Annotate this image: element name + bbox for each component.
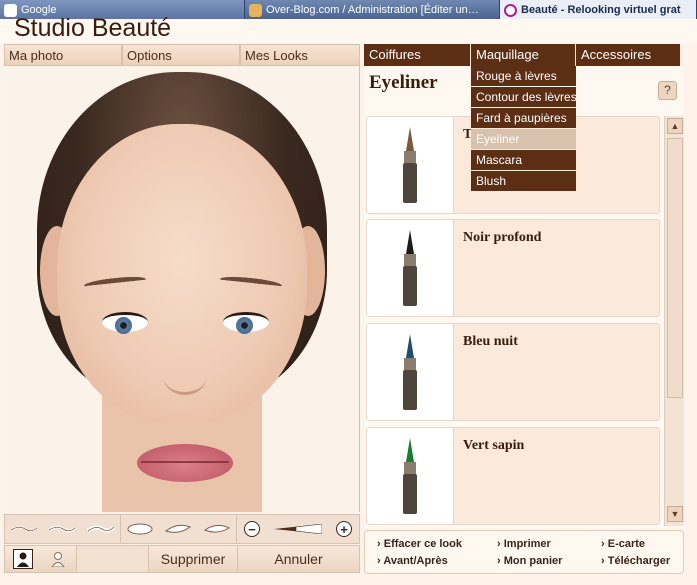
link-imprimer[interactable]: Imprimer: [497, 538, 551, 550]
face-photo[interactable]: [4, 66, 360, 512]
zoom-in-button[interactable]: +: [336, 521, 352, 537]
menu-item-fard-paupieres[interactable]: Fard à paupières: [471, 108, 576, 128]
app-title: Studio Beauté: [14, 14, 172, 42]
product-item[interactable]: Vert sapin: [366, 427, 660, 525]
scroll-up-icon[interactable]: ▲: [667, 118, 683, 134]
footer-links: Effacer ce look Imprimer E-carte Avant/A…: [364, 530, 684, 574]
tab-options[interactable]: Options: [122, 44, 240, 66]
category-tabs: Coiffures Maquillage Accessoires: [364, 44, 697, 66]
avatar-light-button[interactable]: [48, 549, 68, 569]
delete-button[interactable]: Supprimer: [149, 546, 238, 572]
taskbar-item-overblog[interactable]: Over-Blog.com / Administration [Éditer u…: [245, 0, 500, 20]
curve-thin-icon[interactable]: [8, 520, 40, 538]
tab-maquillage[interactable]: Maquillage: [471, 44, 576, 66]
menu-item-contour-levres[interactable]: Contour des lèvres: [471, 87, 577, 107]
zoom-slider[interactable]: [274, 524, 322, 534]
maquillage-dropdown: Rouge à lèvres Contour des lèvres Fard à…: [471, 66, 577, 192]
eyeliner-pencil-icon: [367, 428, 453, 524]
scroll-thumb[interactable]: [667, 138, 683, 398]
eyeliner-pencil-icon: [367, 117, 453, 213]
curve-medium-icon[interactable]: [46, 520, 78, 538]
scroll-down-icon[interactable]: ▼: [667, 506, 683, 522]
link-effacer-look[interactable]: Effacer ce look: [377, 538, 462, 550]
overblog-icon: [249, 3, 262, 17]
browser-icon: [504, 3, 517, 17]
curve-thick-icon[interactable]: [85, 520, 117, 538]
panel-title: Eyeliner: [369, 72, 438, 93]
lips: [137, 444, 233, 482]
eye-shape-round-icon[interactable]: [124, 520, 156, 538]
right-eye: [223, 312, 269, 334]
product-item[interactable]: Noir profond: [366, 219, 660, 317]
view-toggle: [5, 546, 77, 572]
tab-accessoires[interactable]: Accessoires: [576, 44, 681, 66]
eye-shape-lifted-icon[interactable]: [162, 520, 194, 538]
action-bar: Supprimer Annuler: [4, 545, 360, 573]
menu-item-mascara[interactable]: Mascara: [471, 150, 576, 170]
product-name: Bleu nuit: [463, 334, 518, 349]
left-eye: [102, 312, 148, 334]
help-button[interactable]: ?: [658, 81, 677, 100]
zoom-controls: − +: [237, 515, 359, 543]
link-e-carte[interactable]: E-carte: [601, 538, 645, 550]
product-name: Noir profond: [463, 230, 542, 245]
menu-item-eyeliner[interactable]: Eyeliner: [471, 129, 576, 149]
tool-bar: − +: [4, 514, 360, 544]
menu-item-rouge-levres[interactable]: Rouge à lèvres: [471, 66, 576, 86]
lip-line: [141, 461, 229, 463]
link-avant-apres[interactable]: Avant/Après: [377, 555, 447, 567]
brush-shapes: [5, 515, 121, 543]
product-item[interactable]: Bleu nuit: [366, 323, 660, 421]
tab-ma-photo[interactable]: Ma photo: [4, 44, 122, 66]
zoom-out-button[interactable]: −: [244, 521, 260, 537]
product-name: Vert sapin: [463, 438, 525, 453]
taskbar-item-label: Over-Blog.com / Administration [Éditer u…: [266, 4, 479, 16]
menu-item-blush[interactable]: Blush: [471, 171, 576, 191]
action-spacer: [77, 546, 149, 572]
eyeliner-pencil-icon: [367, 324, 453, 420]
eye-shapes: [121, 515, 237, 543]
tab-mes-looks[interactable]: Mes Looks: [240, 44, 360, 66]
link-mon-panier[interactable]: Mon panier: [497, 555, 563, 567]
tab-coiffures[interactable]: Coiffures: [364, 44, 471, 66]
left-tabs: Ma photo Options Mes Looks: [4, 44, 360, 66]
avatar-dark-button[interactable]: [12, 549, 33, 569]
nose: [164, 361, 206, 395]
taskbar-item-beaute[interactable]: Beauté - Relooking virtuel grat: [500, 0, 697, 20]
taskbar-item-label: Beauté - Relooking virtuel grat: [521, 4, 681, 16]
eyeliner-pencil-icon: [367, 220, 453, 316]
product-scrollbar[interactable]: ▲ ▼: [664, 116, 684, 526]
cancel-button[interactable]: Annuler: [238, 546, 359, 572]
eye-shape-almond-icon[interactable]: [201, 520, 233, 538]
link-telecharger[interactable]: Télécharger: [601, 555, 670, 567]
